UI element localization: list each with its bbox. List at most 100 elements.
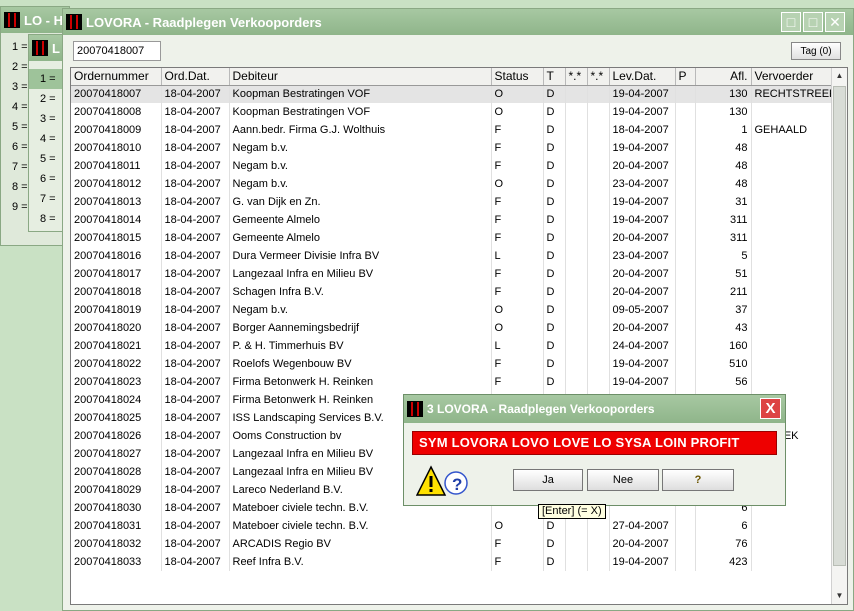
- table-row[interactable]: 20070418017 18-04-2007 Langezaal Infra en …: [71, 265, 834, 283]
- column-header[interactable]: Debiteur: [229, 68, 492, 86]
- order-number-input[interactable]: [73, 41, 161, 61]
- table-row[interactable]: 20070418016 18-04-2007 Dura Vermeer Divisi…: [71, 247, 834, 265]
- list-item[interactable]: 1 =: [1, 37, 28, 57]
- table-cell: Negam b.v.: [229, 139, 492, 157]
- table-cell: Aann.bedr. Firma G.J. Wolthuis: [229, 121, 492, 139]
- table-cell: 20070418015: [71, 229, 162, 247]
- table-cell: L: [491, 337, 544, 355]
- table-cell: D: [543, 139, 566, 157]
- table-row[interactable]: 20070418018 18-04-2007 Schagen Infra B.V. F…: [71, 283, 834, 301]
- table-cell: [565, 355, 588, 373]
- main-window[interactable]: LOVORA - Raadplegen Verkooporders □ □ ✕ …: [62, 8, 854, 611]
- dialog-close-button[interactable]: X: [760, 398, 781, 419]
- list-item[interactable]: 3 =: [1, 77, 28, 97]
- table-cell: 19-04-2007: [609, 139, 676, 157]
- maximize-button[interactable]: □: [803, 12, 823, 32]
- table-row[interactable]: 20070418033 18-04-2007 Reef Infra B.V. F D 19…: [71, 553, 834, 571]
- column-header[interactable]: *.*: [565, 68, 588, 86]
- list-item[interactable]: 8 =: [1, 177, 28, 197]
- table-cell: D: [543, 229, 566, 247]
- table-cell: 1: [695, 121, 752, 139]
- list-item[interactable]: 4 =: [1, 97, 28, 117]
- table-cell: [751, 517, 834, 535]
- table-cell: [565, 301, 588, 319]
- vertical-scrollbar[interactable]: ▲ ▼: [831, 68, 847, 604]
- table-cell: [675, 175, 696, 193]
- dialog-titlebar[interactable]: 3 LOVORA - Raadplegen Verkooporders: [404, 395, 785, 423]
- table-cell: 18-04-2007: [161, 103, 230, 121]
- table-cell: 18-04-2007: [161, 139, 230, 157]
- table-cell: 18-04-2007: [161, 463, 230, 481]
- list-item[interactable]: 5 =: [1, 117, 28, 137]
- table-header-row: Ordernummer Ord.Dat. Debiteur Status T *.* *.*…: [71, 68, 834, 86]
- table-row[interactable]: 20070418019 18-04-2007 Negam b.v. O D 09-05-2…: [71, 301, 834, 319]
- table-cell: 20070418031: [71, 517, 162, 535]
- column-header[interactable]: Ordernummer: [71, 68, 162, 86]
- table-cell: [751, 301, 834, 319]
- column-header[interactable]: P: [675, 68, 696, 86]
- yes-button[interactable]: Ja: [513, 469, 583, 491]
- table-row[interactable]: 20070418022 18-04-2007 Roelofs Wegenbouw B…: [71, 355, 834, 373]
- table-cell: Koopman Bestratingen VOF: [229, 103, 492, 121]
- table-cell: 18-04-2007: [609, 121, 676, 139]
- tag-button[interactable]: Tag (0): [791, 42, 841, 60]
- table-cell: 27-04-2007: [609, 517, 676, 535]
- table-row[interactable]: 20070418009 18-04-2007 Aann.bedr. Firma G.…: [71, 121, 834, 139]
- table-cell: [675, 247, 696, 265]
- list-item[interactable]: 9 =: [1, 197, 28, 217]
- table-cell: 37: [695, 301, 752, 319]
- table-row[interactable]: 20070418012 18-04-2007 Negam b.v. O D 23-04-2…: [71, 175, 834, 193]
- column-header[interactable]: Status: [491, 68, 544, 86]
- close-window-button[interactable]: ✕: [825, 12, 845, 32]
- table-row[interactable]: 20070418011 18-04-2007 Negam b.v. F D 20-04-2…: [71, 157, 834, 175]
- no-button[interactable]: Nee: [587, 469, 659, 491]
- column-header[interactable]: Vervoerder: [751, 68, 834, 86]
- orders-grid[interactable]: Ordernummer Ord.Dat. Debiteur Status T *.* *.*…: [70, 67, 848, 605]
- column-header[interactable]: Lev.Dat.: [609, 68, 676, 86]
- list-item[interactable]: 7 =: [1, 157, 28, 177]
- table-cell: [587, 319, 610, 337]
- table-cell: 76: [695, 535, 752, 553]
- list-item[interactable]: 2 =: [1, 57, 28, 77]
- table-row[interactable]: 20070418007 18-04-2007 Koopman Bestratinge…: [71, 85, 834, 103]
- scroll-down-icon[interactable]: ▼: [832, 588, 847, 604]
- table-cell: F: [491, 139, 544, 157]
- table-cell: 18-04-2007: [161, 301, 230, 319]
- table-cell: [587, 553, 610, 571]
- scroll-up-icon[interactable]: ▲: [832, 68, 847, 84]
- table-cell: 24-04-2007: [609, 337, 676, 355]
- app-logo-icon: [32, 40, 48, 56]
- table-cell: [565, 175, 588, 193]
- background-window-1-titlebar[interactable]: LO - H: [1, 7, 69, 33]
- column-header[interactable]: Ord.Dat.: [161, 68, 230, 86]
- table-cell: [751, 157, 834, 175]
- minimize-button[interactable]: □: [781, 12, 801, 32]
- table-row[interactable]: 20070418013 18-04-2007 G. van Dijk en Zn. F…: [71, 193, 834, 211]
- table-cell: 510: [695, 355, 752, 373]
- table-row[interactable]: 20070418008 18-04-2007 Koopman Bestratinge…: [71, 103, 834, 121]
- table-cell: [565, 517, 588, 535]
- table-cell: [751, 355, 834, 373]
- column-header[interactable]: T: [543, 68, 566, 86]
- table-cell: O: [491, 319, 544, 337]
- main-window-titlebar[interactable]: LOVORA - Raadplegen Verkooporders: [63, 9, 853, 35]
- help-button[interactable]: ?: [662, 469, 734, 491]
- table-row[interactable]: 20070418010 18-04-2007 Negam b.v. F D 19-04-2…: [71, 139, 834, 157]
- list-item[interactable]: 6 =: [1, 137, 28, 157]
- table-cell: GEHAALD: [751, 121, 834, 139]
- table-row[interactable]: 20070418015 18-04-2007 Gemeente Almelo F D 20…: [71, 229, 834, 247]
- scrollbar-thumb[interactable]: [833, 86, 846, 566]
- column-header[interactable]: Afl.: [695, 68, 752, 86]
- table-row[interactable]: 20070418032 18-04-2007 ARCADIS Regio BV F D 2…: [71, 535, 834, 553]
- table-row[interactable]: 20070418020 18-04-2007 Borger Aannemingsbe…: [71, 319, 834, 337]
- table-cell: 18-04-2007: [161, 391, 230, 409]
- table-cell: 20070418009: [71, 121, 162, 139]
- confirm-dialog[interactable]: 3 LOVORA - Raadplegen Verkooporders X SY…: [403, 394, 786, 506]
- table-row[interactable]: 20070418014 18-04-2007 Gemeente Almelo F D 19…: [71, 211, 834, 229]
- table-row[interactable]: 20070418023 18-04-2007 Firma Betonwerk H. …: [71, 373, 834, 391]
- module-banner: SYM LOVORA LOVO LOVE LO SYSA LOIN PROFIT: [412, 431, 777, 455]
- table-cell: [565, 85, 588, 103]
- table-row[interactable]: 20070418021 18-04-2007 P. & H. Timmerhuis …: [71, 337, 834, 355]
- table-row[interactable]: 20070418031 18-04-2007 Mateboer civiele te…: [71, 517, 834, 535]
- column-header[interactable]: *.*: [587, 68, 610, 86]
